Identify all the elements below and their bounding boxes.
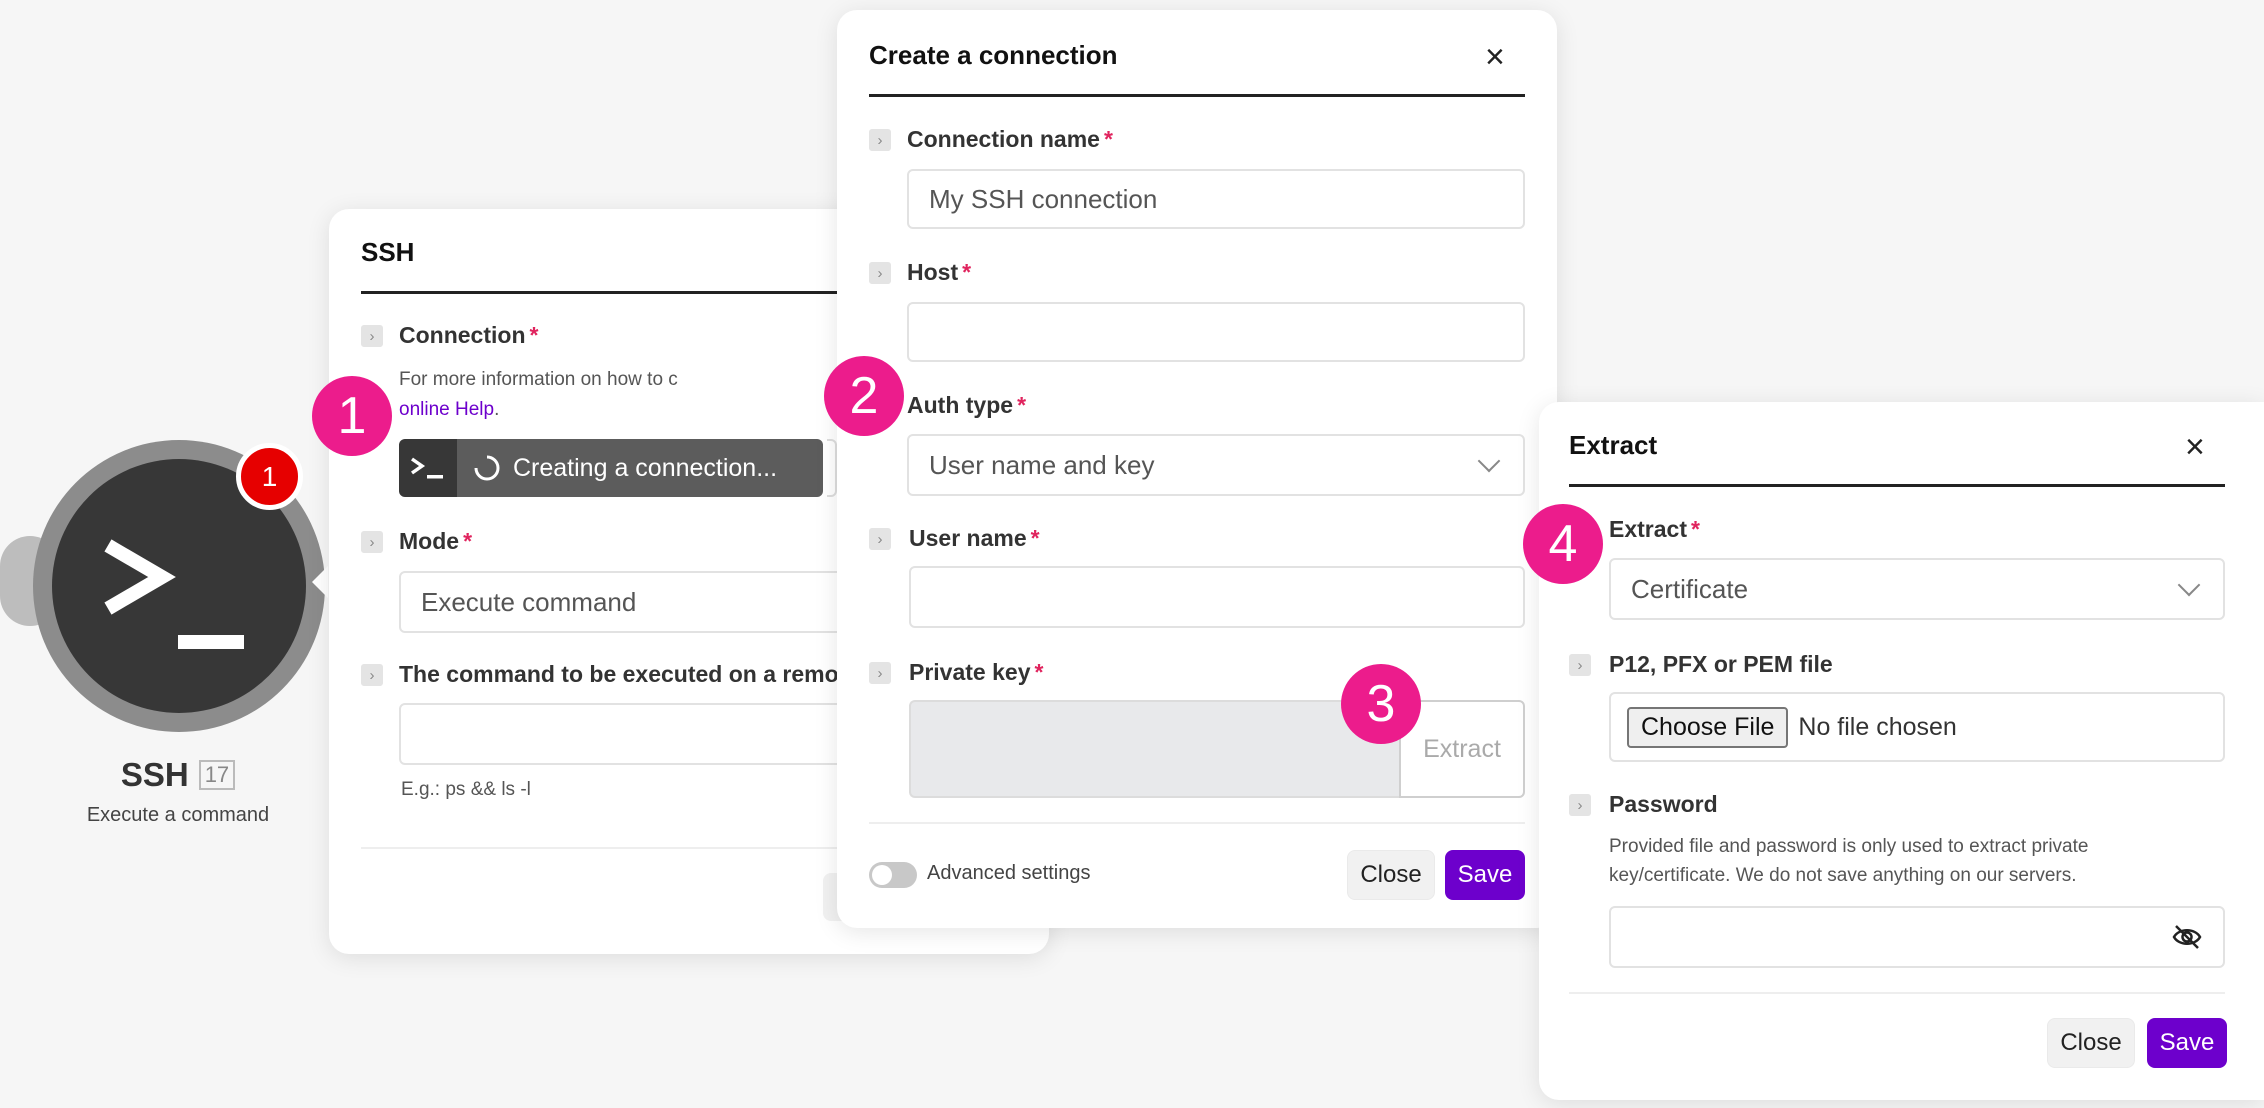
step-marker-2: 2 [824,356,904,436]
command-hint: E.g.: ps && ls -l [401,779,531,800]
mode-label: Mode * [399,528,473,554]
chevron-down-icon [2177,573,2201,597]
password-label: Password [1609,791,1718,817]
extract-dialog-title: Extract [1569,430,1658,460]
connection-status-bar[interactable]: Creating a connection... [399,439,823,497]
step-marker-1: 1 [312,376,392,456]
create-connection-divider [869,94,1525,97]
extract-dialog-divider [1569,484,2225,487]
extract-footer-divider [1569,992,2225,994]
step-marker-3: 3 [1341,664,1421,744]
close-button[interactable]: Close [2047,1018,2135,1068]
module-badge: 1 [236,443,303,510]
online-help: online Help. [399,399,500,420]
chevron-down-icon [1477,449,1501,473]
module-subtitle: Execute a command [86,804,270,826]
host-label: Host * [907,259,972,285]
module-title: SSH 17 [0,756,356,794]
user-name-input[interactable] [909,566,1525,628]
eye-off-icon[interactable] [2171,924,2203,950]
module-id: 17 [198,760,236,790]
connection-help: For more information on how to create a … [399,369,679,390]
step-marker-4: 4 [1523,504,1603,584]
connection-expander-icon[interactable]: › [361,325,383,347]
private-key-label: Private key * [909,659,1044,685]
close-icon[interactable]: × [1485,40,1505,74]
connection-name-label: Connection name * [907,126,1113,152]
add-connection-button[interactable] [827,439,837,497]
save-button[interactable]: Save [2147,1018,2227,1068]
connection-label: Connection * [399,322,539,348]
create-connection-dialog: Create a connection × › Connection name *… [837,10,1557,928]
private-key-expander-icon[interactable]: › [869,662,891,684]
user-name-expander-icon[interactable]: › [869,528,891,550]
advanced-settings-toggle[interactable] [869,862,917,888]
create-connection-title: Create a connection [869,40,1118,70]
close-icon[interactable]: × [2185,430,2205,464]
panel-pointer [312,566,328,598]
host-input[interactable] [907,302,1525,362]
file-expander-icon[interactable]: › [1569,654,1591,676]
command-label: The command to be executed on a remot [399,661,839,687]
create-connection-footer-divider [869,822,1525,824]
extract-label: Extract * [1609,516,1700,542]
extract-dialog: Extract × Extract * Certificate › P12, PF… [1539,402,2264,1100]
save-button[interactable]: Save [1445,850,1525,900]
file-label: P12, PFX or PEM file [1609,651,1833,677]
connection-status-text: Creating a connection... [513,453,778,482]
password-expander-icon[interactable]: › [1569,794,1591,816]
connection-name-expander-icon[interactable]: › [869,129,891,151]
mode-expander-icon[interactable]: › [361,531,383,553]
password-help: Provided file and password is only used … [1609,836,2089,886]
password-input[interactable] [1609,906,2225,968]
choose-file-button[interactable]: Choose File [1627,706,1789,748]
user-name-label: User name * [909,525,1040,551]
auth-type-select[interactable]: User name and key [907,434,1525,496]
file-input[interactable]: Choose File No file chosen [1609,692,2225,762]
command-input[interactable] [399,703,899,765]
connection-name-input[interactable]: My SSH connection [907,169,1525,229]
extract-select[interactable]: Certificate [1609,558,2225,620]
private-key-textarea[interactable] [909,700,1401,798]
command-expander-icon[interactable]: › [361,664,383,686]
terminal-small-icon [399,439,457,497]
mode-select[interactable]: Execute command [399,571,899,633]
advanced-settings-label: Advanced settings [927,862,1091,884]
ssh-panel-title: SSH [361,237,415,267]
ssh-panel-divider [361,291,881,294]
auth-type-label: Auth type * [907,392,1027,418]
close-button[interactable]: Close [1347,850,1435,900]
spinner-icon [474,455,500,481]
online-help-link[interactable]: online Help [399,399,494,420]
host-expander-icon[interactable]: › [869,262,891,284]
no-file-text: No file chosen [1798,712,1957,741]
